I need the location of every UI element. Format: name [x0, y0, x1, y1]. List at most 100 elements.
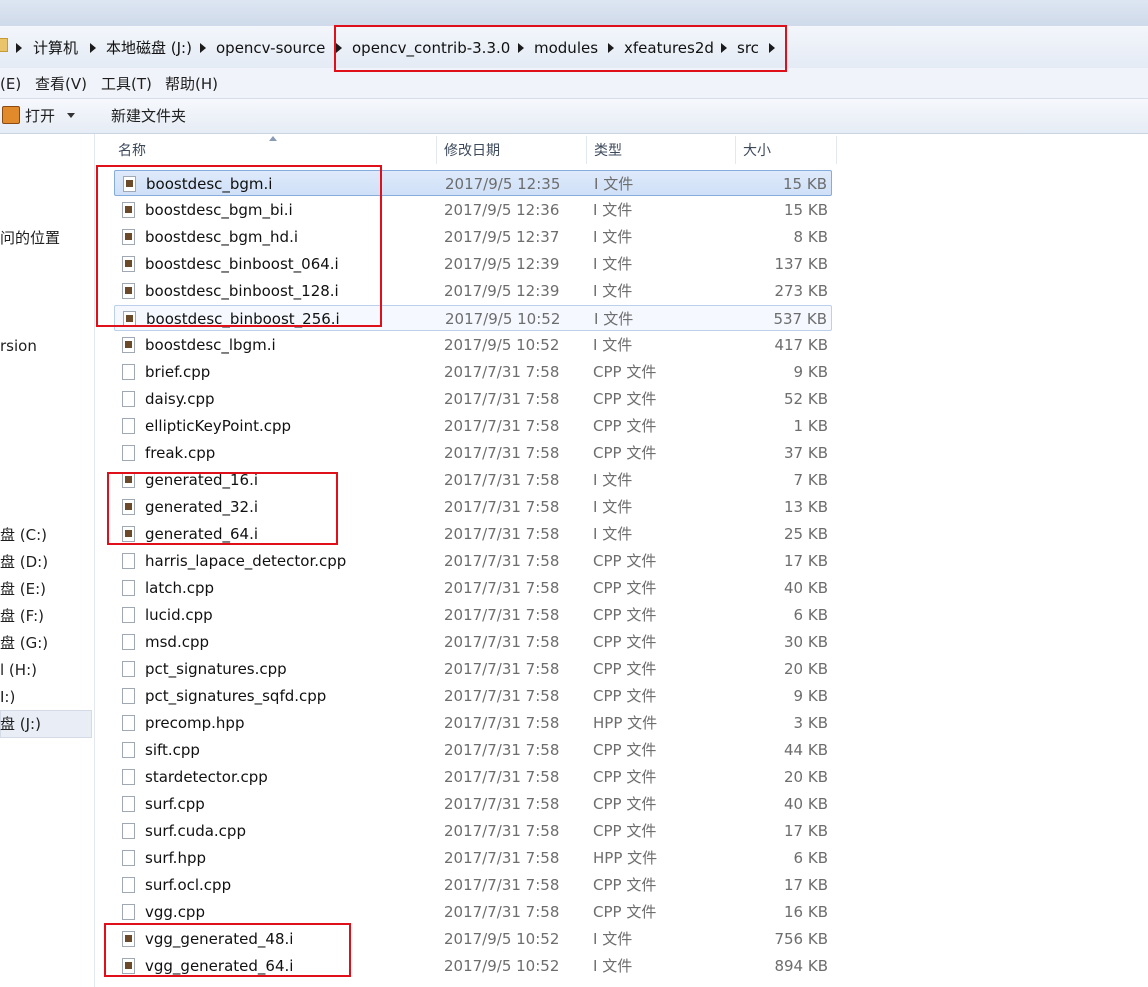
breadcrumb-drive-j[interactable]: 本地磁盘 (J:) [106, 38, 192, 58]
file-type: CPP 文件 [593, 876, 657, 894]
file-type: I 文件 [593, 957, 633, 975]
nav-item-drive-i[interactable]: I:) [0, 686, 15, 708]
file-type: I 文件 [593, 471, 633, 489]
file-size: 9 KB [793, 363, 828, 381]
file-row[interactable]: vgg.cpp 2017/7/31 7:58 CPP 文件 16 KB [114, 899, 832, 925]
nav-item-drive-d[interactable]: 盘 (D:) [0, 551, 48, 573]
column-divider[interactable] [836, 136, 837, 164]
nav-item-drive-g[interactable]: 盘 (G:) [0, 632, 48, 654]
file-row[interactable]: latch.cpp 2017/7/31 7:58 CPP 文件 40 KB [114, 575, 832, 601]
nav-item-drive-f[interactable]: 盘 (F:) [0, 605, 44, 627]
file-row[interactable]: harris_lapace_detector.cpp 2017/7/31 7:58… [114, 548, 832, 574]
nav-item-drive-h[interactable]: l (H:) [0, 659, 37, 681]
file-type: CPP 文件 [593, 795, 657, 813]
command-bar: 打开 新建文件夹 [0, 99, 1148, 134]
file-row[interactable]: freak.cpp 2017/7/31 7:58 CPP 文件 37 KB [114, 440, 832, 466]
file-size: 537 KB [773, 310, 827, 328]
file-row[interactable]: ellipticKeyPoint.cpp 2017/7/31 7:58 CPP 文件… [114, 413, 832, 439]
file-size: 40 KB [784, 579, 828, 597]
menu-tools[interactable]: 工具(T) [101, 74, 152, 94]
file-name: surf.cpp [145, 795, 205, 813]
file-type: CPP 文件 [593, 444, 657, 462]
source-file-icon [122, 688, 135, 704]
file-name: pct_signatures.cpp [145, 660, 287, 678]
annotation-box [96, 165, 382, 327]
file-date: 2017/7/31 7:58 [444, 471, 560, 489]
file-row[interactable]: pct_signatures.cpp 2017/7/31 7:58 CPP 文件 20… [114, 656, 832, 682]
annotation-box [334, 25, 787, 72]
file-type: CPP 文件 [593, 633, 657, 651]
file-row[interactable]: surf.ocl.cpp 2017/7/31 7:58 CPP 文件 17 KB [114, 872, 832, 898]
breadcrumb-opencv-source[interactable]: opencv-source [216, 38, 325, 58]
file-name: surf.hpp [145, 849, 206, 867]
breadcrumb-computer[interactable]: 计算机 [33, 38, 78, 58]
file-name: surf.cuda.cpp [145, 822, 246, 840]
nav-item-drive-c[interactable]: 盘 (C:) [0, 524, 47, 546]
file-date: 2017/9/5 10:52 [444, 336, 560, 354]
open-button[interactable]: 打开 [25, 106, 55, 126]
chevron-right-icon[interactable] [14, 38, 24, 58]
file-date: 2017/9/5 12:37 [444, 228, 560, 246]
file-size: 30 KB [784, 633, 828, 651]
column-divider[interactable] [436, 136, 437, 164]
nav-item-drive-e[interactable]: 盘 (E:) [0, 578, 46, 600]
file-size: 25 KB [784, 525, 828, 543]
menu-edit[interactable]: (E) [0, 74, 21, 94]
source-file-icon [122, 904, 135, 920]
nav-item-version[interactable]: rsion [0, 335, 37, 357]
file-type: CPP 文件 [593, 768, 657, 786]
folder-icon [0, 38, 8, 52]
file-row[interactable]: boostdesc_lbgm.i 2017/9/5 10:52 I 文件 417 KB [114, 332, 832, 358]
file-date: 2017/7/31 7:58 [444, 903, 560, 921]
file-name: daisy.cpp [145, 390, 215, 408]
menu-view[interactable]: 查看(V) [35, 74, 87, 94]
file-row[interactable]: lucid.cpp 2017/7/31 7:58 CPP 文件 6 KB [114, 602, 832, 628]
nav-item-recent-places[interactable]: 问的位置 [0, 227, 60, 249]
file-type: CPP 文件 [593, 687, 657, 705]
menu-bar: (E) 查看(V) 工具(T) 帮助(H) [0, 68, 1148, 99]
file-date: 2017/7/31 7:58 [444, 795, 560, 813]
file-row[interactable]: pct_signatures_sqfd.cpp 2017/7/31 7:58 CPP… [114, 683, 832, 709]
column-header-date[interactable]: 修改日期 [444, 136, 500, 166]
file-row[interactable]: precomp.hpp 2017/7/31 7:58 HPP 文件 3 KB [114, 710, 832, 736]
file-row[interactable]: surf.hpp 2017/7/31 7:58 HPP 文件 6 KB [114, 845, 832, 871]
new-folder-button[interactable]: 新建文件夹 [111, 106, 186, 126]
source-file-icon [122, 391, 135, 407]
column-divider[interactable] [586, 136, 587, 164]
file-type: CPP 文件 [593, 606, 657, 624]
column-header-name[interactable]: 名称 [118, 136, 146, 166]
file-row[interactable]: sift.cpp 2017/7/31 7:58 CPP 文件 44 KB [114, 737, 832, 763]
file-size: 17 KB [784, 822, 828, 840]
file-row[interactable]: surf.cuda.cpp 2017/7/31 7:58 CPP 文件 17 KB [114, 818, 832, 844]
source-file-icon [122, 418, 135, 434]
file-size: 17 KB [784, 876, 828, 894]
column-divider[interactable] [735, 136, 736, 164]
file-name: lucid.cpp [145, 606, 213, 624]
header-file-icon [122, 850, 135, 866]
file-row[interactable]: stardetector.cpp 2017/7/31 7:58 CPP 文件 20 K… [114, 764, 832, 790]
file-size: 756 KB [774, 930, 828, 948]
file-row[interactable]: surf.cpp 2017/7/31 7:58 CPP 文件 40 KB [114, 791, 832, 817]
file-row[interactable]: brief.cpp 2017/7/31 7:58 CPP 文件 9 KB [114, 359, 832, 385]
file-row[interactable]: msd.cpp 2017/7/31 7:58 CPP 文件 30 KB [114, 629, 832, 655]
source-file-icon [122, 580, 135, 596]
file-date: 2017/7/31 7:58 [444, 606, 560, 624]
file-type: CPP 文件 [593, 660, 657, 678]
chevron-right-icon[interactable] [88, 38, 98, 58]
file-name: pct_signatures_sqfd.cpp [145, 687, 327, 705]
menu-help[interactable]: 帮助(H) [165, 74, 218, 94]
file-name: precomp.hpp [145, 714, 245, 732]
column-header-size[interactable]: 大小 [743, 136, 771, 166]
chevron-down-icon[interactable] [67, 113, 75, 118]
file-size: 137 KB [774, 255, 828, 273]
file-date: 2017/7/31 7:58 [444, 849, 560, 867]
data-file-icon [122, 337, 135, 353]
annotation-box [104, 923, 351, 977]
column-header-type[interactable]: 类型 [594, 136, 622, 166]
file-date: 2017/9/5 12:39 [444, 255, 560, 273]
file-name: latch.cpp [145, 579, 215, 597]
file-row[interactable]: daisy.cpp 2017/7/31 7:58 CPP 文件 52 KB [114, 386, 832, 412]
chevron-right-icon[interactable] [198, 38, 208, 58]
file-type: CPP 文件 [593, 579, 657, 597]
nav-item-drive-j[interactable]: 盘 (J:) [0, 713, 41, 735]
